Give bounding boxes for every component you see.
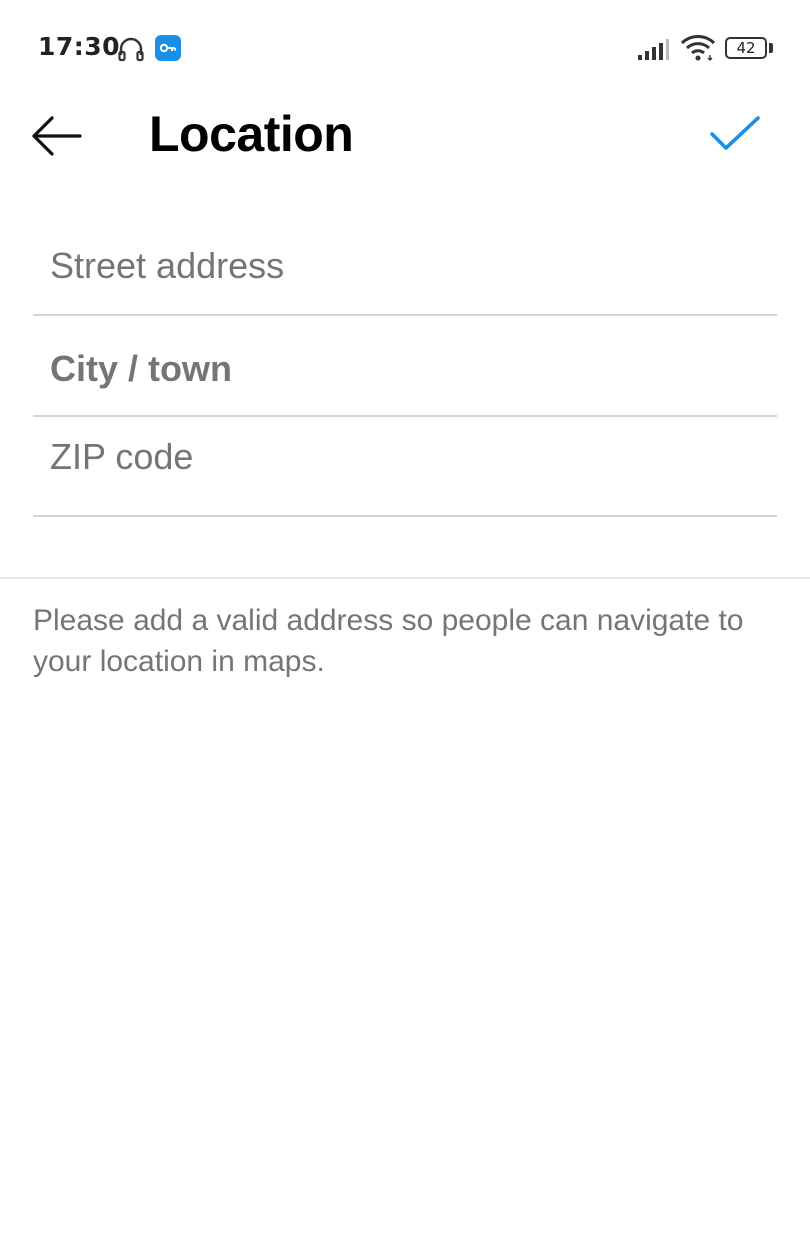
signal-icon <box>638 39 669 60</box>
city-town-field <box>33 316 777 417</box>
street-address-input[interactable] <box>50 243 750 289</box>
vpn-key-icon <box>155 35 181 61</box>
status-bar: 17:30 42 <box>0 0 810 96</box>
arrow-left-icon <box>32 116 82 156</box>
battery-icon: 42 <box>725 37 767 59</box>
done-button[interactable] <box>704 108 766 160</box>
wifi-icon <box>680 35 716 61</box>
section-divider <box>0 577 810 579</box>
checkmark-icon <box>710 116 760 150</box>
battery-level: 42 <box>736 39 756 57</box>
headset-icon <box>118 37 144 62</box>
helper-text: Please add a valid address so people can… <box>33 604 744 678</box>
back-button[interactable] <box>26 108 90 164</box>
street-address-field <box>33 215 777 316</box>
zip-code-field <box>33 417 777 517</box>
zip-code-input[interactable] <box>50 434 750 480</box>
status-time: 17:30 <box>38 32 121 61</box>
city-town-input[interactable] <box>50 346 750 392</box>
page-title: Location <box>149 106 354 162</box>
battery-tip <box>769 43 773 53</box>
